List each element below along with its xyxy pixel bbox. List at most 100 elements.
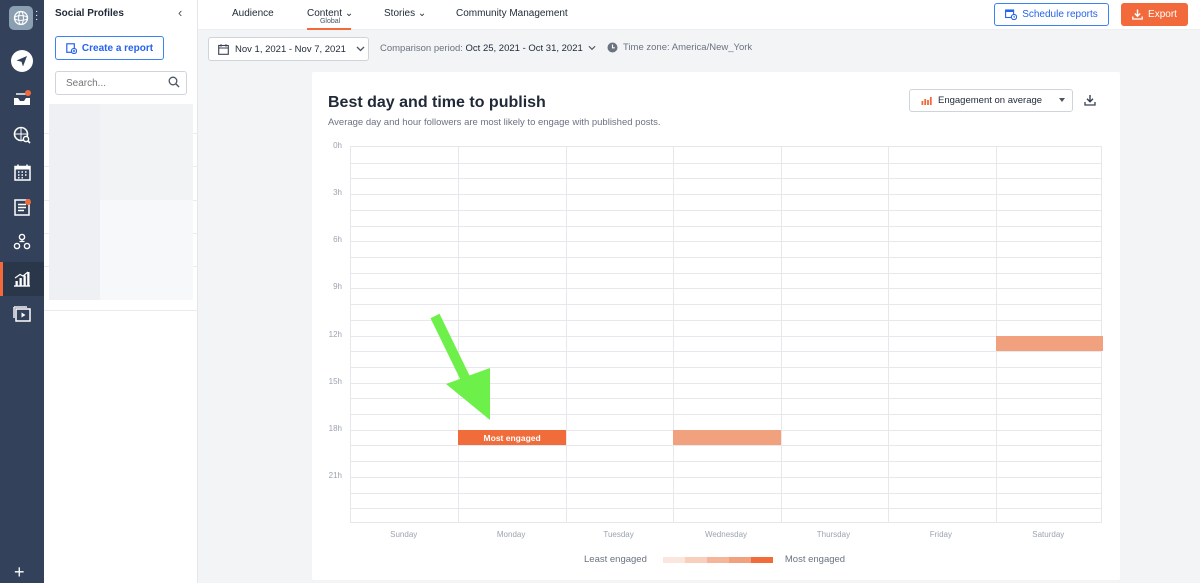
heatmap-gridline [673,147,675,522]
heatmap-gridline [351,288,1101,290]
heatmap-gridline [351,162,1101,164]
heatmap-cell[interactable]: Most engaged [458,430,566,446]
tab-content[interactable]: Content ⌄ Global [307,8,353,25]
annotation-arrow-icon [430,313,490,420]
chevron-down-icon: ⌄ [344,8,354,19]
heatmap-gridline [351,492,1101,494]
metric-dropdown[interactable]: Engagement on average [909,89,1073,112]
streams-icon[interactable] [0,118,44,152]
heatmap-legend: Least engaged Most engaged [584,554,845,565]
legend-high-label: Most engaged [784,554,846,565]
heatmap-gridline [351,445,1101,447]
hour-tick-label: 6h [333,235,342,245]
day-tick-label: Thursday [816,530,851,539]
more-options-icon[interactable]: · · · [35,7,38,25]
analytics-icon[interactable] [0,262,44,296]
comparison-label: Comparison period: [380,43,463,54]
heatmap-gridline [351,461,1101,463]
profile-search-input[interactable] [56,72,166,94]
heatmap-gridline [351,272,1101,274]
metric-value: Engagement on average [938,95,1043,106]
hour-tick-label: 3h [333,188,342,198]
profile-divider [44,310,198,311]
tab-community-label: Community Management [456,8,568,19]
date-range-value: Nov 1, 2021 - Nov 7, 2021 [235,43,346,55]
chevron-down-icon [588,45,596,51]
reviews-icon[interactable] [0,190,44,224]
profile-list-placeholder [100,104,193,200]
teams-icon[interactable] [0,225,44,259]
export-label: Export [1148,9,1177,20]
day-tick-label: Saturday [1032,530,1065,539]
chevron-down-icon [356,46,365,52]
chevron-down-icon: ⌄ [417,8,427,19]
heatmap-cell[interactable] [995,336,1103,352]
collapse-panel-icon[interactable]: ‹ [178,5,182,20]
tab-audience[interactable]: Audience [232,8,274,19]
heatmap-gridline [351,194,1101,196]
social-profiles-panel: Social Profiles ‹ Create a report [44,0,198,583]
export-button[interactable]: Export [1121,3,1188,26]
heatmap-gridline [351,508,1101,510]
hour-tick-label: 21h [328,470,342,480]
search-icon [168,76,180,88]
inbox-icon[interactable] [0,82,44,116]
caret-down-icon [1059,98,1065,102]
add-icon[interactable]: + [14,563,25,581]
profile-list-placeholder [100,200,193,300]
legend-swatch [750,556,773,563]
heatmap-gridline [780,147,782,522]
legend-scale [662,556,773,563]
social-profiles-title: Social Profiles [55,8,124,19]
left-rail: · · · + [0,0,44,583]
legend-low-label: Least engaged [584,554,647,565]
heatmap-gridline [351,304,1101,306]
download-icon [1132,9,1143,20]
hour-tick-label: 18h [328,423,342,433]
legend-swatch [684,556,707,563]
hootsuite-logo-icon[interactable] [9,6,33,30]
legend-swatch [728,556,751,563]
create-report-label: Create a report [81,42,154,54]
heatmap-gridline [351,241,1101,243]
active-tab-indicator [307,28,351,30]
heatmap-gridline [565,147,567,522]
heatmap-gridline [888,147,890,522]
date-range-picker[interactable]: Nov 1, 2021 - Nov 7, 2021 [208,37,369,61]
card-title: Best day and time to publish [328,94,546,111]
report-add-icon [66,42,77,54]
planner-icon[interactable] [0,155,44,189]
tab-stories[interactable]: Stories ⌄ [384,8,426,19]
bar-chart-icon [921,97,932,105]
schedule-reports-label: Schedule reports [1022,9,1098,20]
hour-tick-label: 15h [328,376,342,386]
day-tick-label: Tuesday [603,530,634,539]
hour-tick-label: 0h [333,141,342,150]
hour-tick-label: 12h [328,329,342,339]
profile-list-placeholder [49,104,100,300]
timezone-value: Time zone: America/New_York [623,42,753,53]
legend-swatch [706,556,729,563]
profile-search-field[interactable] [55,71,187,95]
videos-icon[interactable] [0,297,44,331]
tab-audience-label: Audience [232,8,274,19]
schedule-icon [1005,9,1018,20]
tab-stories-label: Stories [384,8,416,19]
heatmap-gridline [351,178,1101,180]
timezone-indicator: Time zone: America/New_York [607,42,752,53]
publish-icon[interactable] [0,44,44,78]
download-chart-icon[interactable] [1084,93,1096,111]
comparison-period-selector[interactable]: Comparison period: Oct 25, 2021 - Oct 31… [380,43,596,54]
legend-swatch [662,556,685,563]
day-tick-label: Monday [496,530,526,539]
calendar-icon [218,43,229,55]
schedule-reports-button[interactable]: Schedule reports [994,3,1109,26]
tab-community-management[interactable]: Community Management [456,8,568,19]
create-report-button[interactable]: Create a report [55,36,164,60]
day-tick-label: Wednesday [704,530,748,539]
clock-icon [607,42,618,53]
day-tick-label: Friday [929,530,952,539]
card-subtitle: Average day and hour followers are most … [328,117,661,128]
hour-tick-label: 9h [333,282,342,292]
heatmap-cell[interactable] [673,430,781,446]
